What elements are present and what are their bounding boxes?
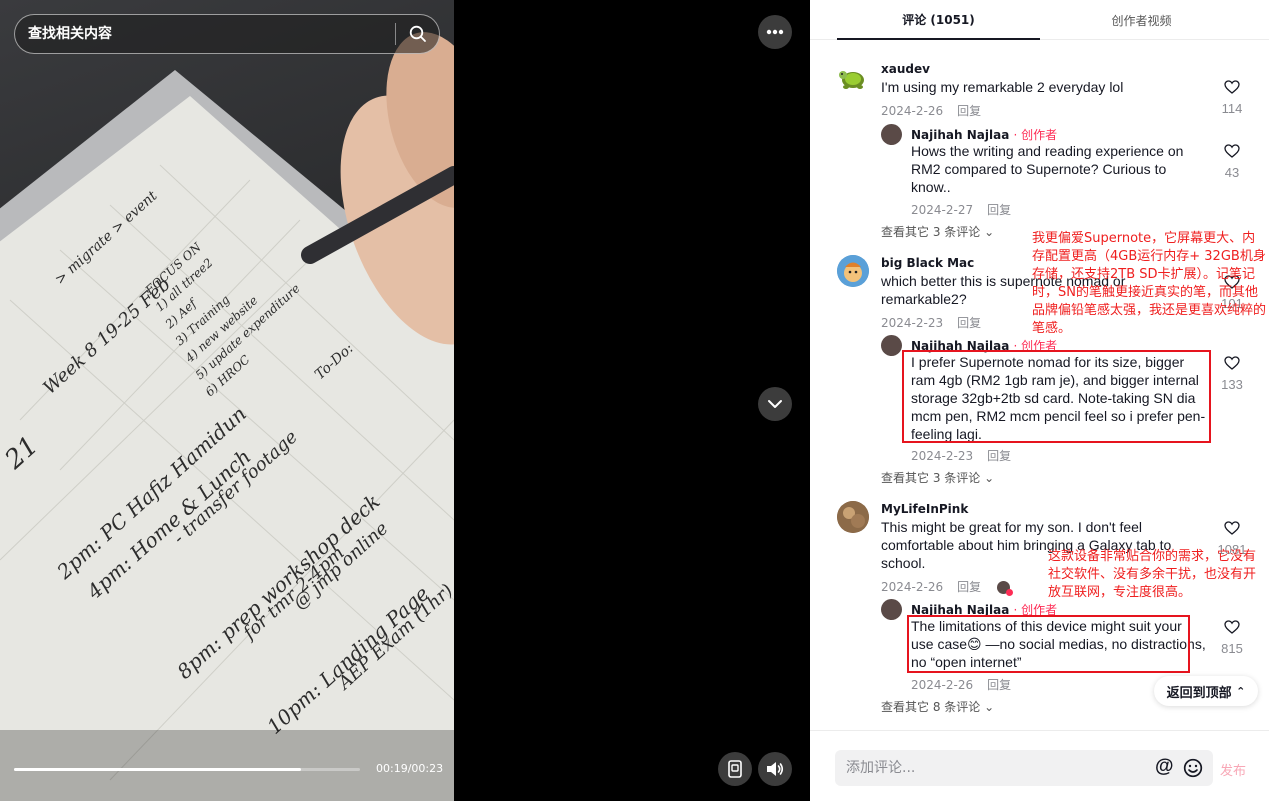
reply-meta: 2024-2-26 回复	[911, 676, 1011, 693]
comment-meta: 2024-2-26 回复	[881, 578, 1013, 596]
reply-text: Hows the writing and reading experience …	[911, 143, 1184, 195]
like-button[interactable]: 43	[1212, 144, 1252, 180]
comment-list: xaudev I'm using my remarkable 2 everyda…	[810, 40, 1269, 726]
mention-icon[interactable]: @	[1155, 756, 1174, 778]
comment-date: 2024-2-26	[881, 580, 944, 594]
photo-avatar-icon	[837, 501, 869, 533]
chevron-down-icon: ⌄	[984, 700, 995, 714]
reply-author[interactable]: Najihah Najlaa · 创作者	[911, 126, 1057, 143]
phone-screen-icon	[728, 760, 742, 778]
like-count: 815	[1221, 641, 1243, 656]
heart-icon	[1224, 80, 1240, 94]
more-options-button[interactable]	[758, 15, 792, 49]
comment-author[interactable]: big Black Mac	[881, 256, 974, 270]
heart-icon	[1224, 620, 1240, 634]
like-count: 43	[1224, 165, 1240, 180]
comment-text: I'm using my remarkable 2 everyday lol	[881, 79, 1124, 95]
view-more-replies[interactable]: 查看其它 3 条评论 ⌄	[881, 469, 994, 486]
turtle-avatar-icon	[839, 71, 864, 89]
emoji-icon[interactable]	[1183, 758, 1203, 778]
heart-icon	[1224, 144, 1240, 158]
cartoon-avatar-icon	[837, 255, 869, 287]
comment-input-bar: @ 发布	[810, 730, 1269, 801]
view-more-replies[interactable]: 查看其它 3 条评论 ⌄	[881, 223, 994, 240]
like-count: 133	[1221, 377, 1243, 392]
reply-meta: 2024-2-27 回复	[911, 201, 1011, 218]
search-icon	[409, 25, 426, 42]
search-button[interactable]	[396, 15, 439, 53]
heart-icon	[1224, 356, 1240, 370]
video-frame: Week 8 19-25 Feb > migrate > event FOCUS…	[0, 0, 454, 801]
reply-date: 2024-2-27	[911, 203, 974, 217]
video-time: 00:19/00:23	[376, 762, 444, 775]
search-input[interactable]	[15, 15, 395, 53]
back-to-top-button[interactable]: 返回到顶部 ⌃	[1154, 676, 1258, 706]
comment-author[interactable]: MyLifeInPink	[881, 502, 968, 516]
reply-avatar[interactable]	[881, 124, 902, 145]
comment-date: 2024-2-26	[881, 104, 944, 118]
like-count: 114	[1221, 101, 1243, 116]
comment-input[interactable]	[835, 750, 1135, 786]
video-image: Week 8 19-25 Feb > migrate > event FOCUS…	[0, 32, 454, 801]
reply-button[interactable]: 回复	[987, 203, 1011, 217]
reply-avatar[interactable]	[881, 599, 902, 620]
tab-comments[interactable]: 评论 (1051)	[837, 0, 1040, 40]
reply-date: 2024-2-26	[911, 678, 974, 692]
reply-meta: 2024-2-23 回复	[911, 447, 1011, 464]
search-bar	[14, 14, 440, 54]
like-button[interactable]: 133	[1212, 356, 1252, 392]
like-button[interactable]: 114	[1212, 80, 1252, 116]
reply-avatar[interactable]	[881, 335, 902, 356]
volume-icon	[767, 762, 784, 776]
volume-button[interactable]	[758, 752, 792, 786]
chevron-up-icon: ⌃	[1236, 684, 1246, 698]
like-button[interactable]: 815	[1212, 620, 1252, 656]
avatar[interactable]	[837, 501, 869, 533]
reply-button[interactable]: 回复	[957, 580, 981, 594]
heart-icon	[1224, 521, 1240, 535]
reply-button[interactable]: 回复	[987, 678, 1011, 692]
chevron-down-icon	[768, 400, 782, 408]
more-dots-icon	[766, 29, 784, 35]
comment-meta: 2024-2-26 回复	[881, 102, 981, 119]
reply-button[interactable]: 回复	[987, 449, 1011, 463]
view-more-replies[interactable]: 查看其它 8 条评论 ⌄	[881, 698, 994, 715]
publish-button[interactable]: 发布	[1220, 760, 1246, 779]
comment-input-box: @	[835, 750, 1213, 786]
avatar[interactable]	[837, 62, 869, 94]
video-progress-fill	[14, 768, 302, 771]
video-progress-bar[interactable]	[14, 768, 360, 771]
autoplay-button[interactable]	[718, 752, 752, 786]
creator-liked-icon	[996, 581, 1013, 596]
video-player[interactable]: Week 8 19-25 Feb > migrate > event FOCUS…	[0, 0, 810, 801]
chevron-down-icon: ⌄	[984, 471, 995, 485]
next-video-button[interactable]	[758, 387, 792, 421]
annotation-text: 我更偏爱Supernote，它屏幕更大、内存配置更高（4GB运行内存+ 32GB…	[1032, 231, 1267, 336]
tab-creator-videos[interactable]: 创作者视频	[1040, 0, 1243, 40]
chevron-down-icon: ⌄	[984, 225, 995, 239]
highlight-box	[902, 350, 1211, 443]
comment-date: 2024-2-23	[881, 316, 944, 330]
creator-tag: · 创作者	[1013, 128, 1058, 142]
annotation-text: 这款设备非常贴合你的需求，它没有社交软件、没有多余干扰，也没有开放互联网，专注度…	[1048, 549, 1257, 600]
reply-button[interactable]: 回复	[957, 104, 981, 118]
reply-date: 2024-2-23	[911, 449, 974, 463]
reply-button[interactable]: 回复	[957, 316, 981, 330]
comment-meta: 2024-2-23 回复	[881, 314, 981, 331]
panel-tabs: 评论 (1051) 创作者视频	[810, 0, 1269, 40]
highlight-box	[907, 615, 1190, 673]
avatar[interactable]	[837, 255, 869, 287]
comment-author[interactable]: xaudev	[881, 62, 930, 76]
